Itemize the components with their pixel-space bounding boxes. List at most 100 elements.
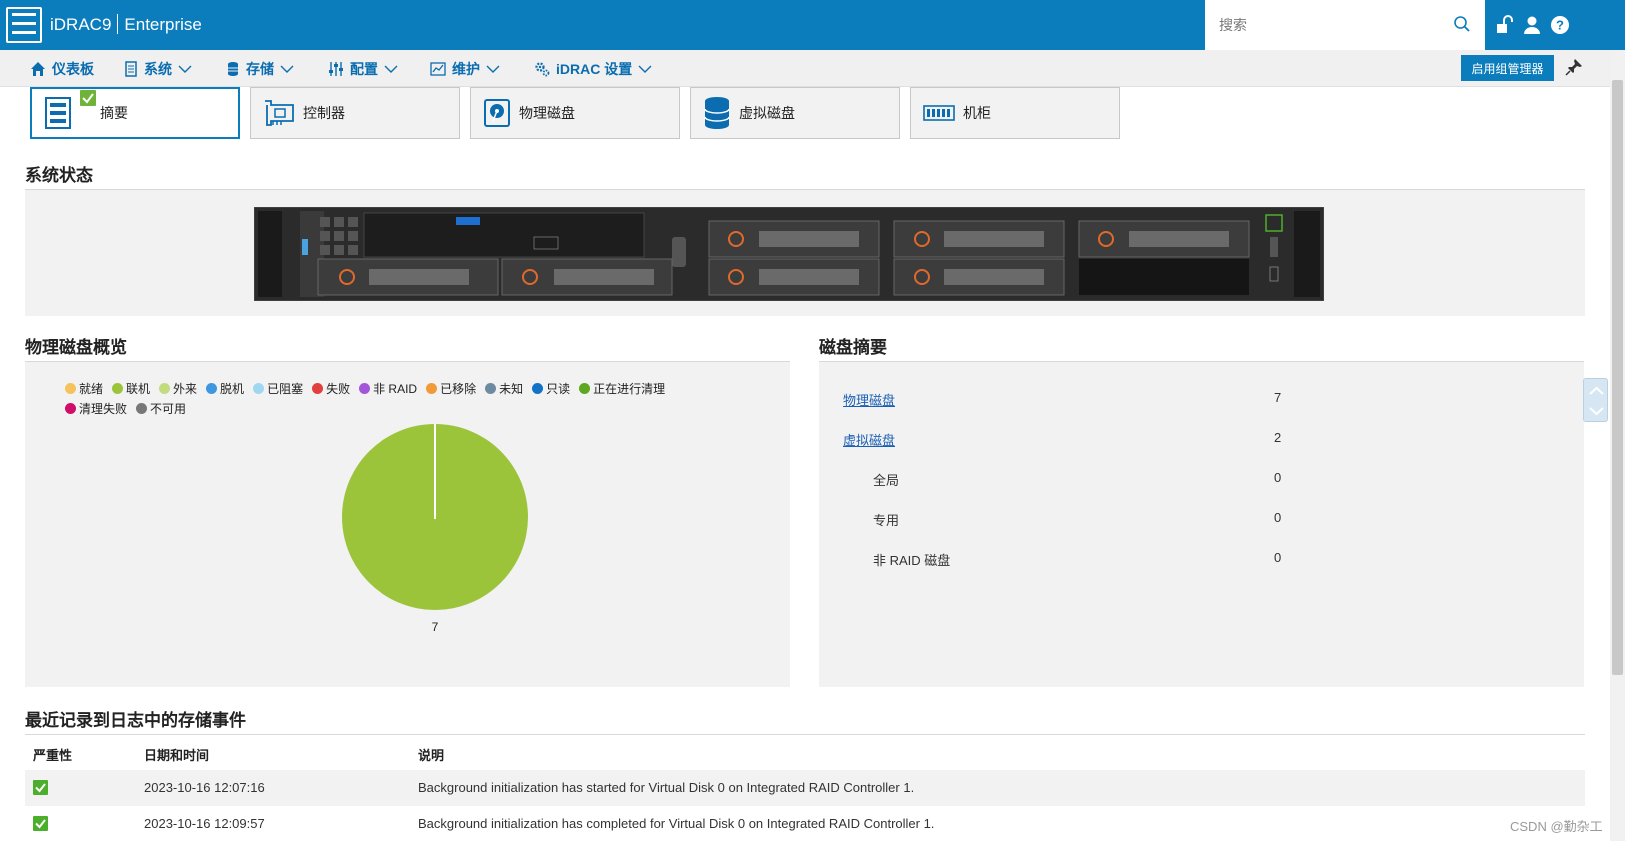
legend-item[interactable]: 不可用 (136, 400, 186, 417)
legend-swatch (579, 383, 591, 394)
summary-icon (45, 97, 71, 129)
nav-storage[interactable]: 存储 (226, 58, 294, 80)
severity-ok-icon (33, 780, 48, 795)
enclosure-icon (923, 105, 955, 121)
column-header-datetime[interactable]: 日期和时间 (144, 745, 209, 764)
legend-swatch (312, 383, 324, 394)
divider (25, 734, 1585, 735)
scrollbar-thumb[interactable] (1612, 80, 1623, 675)
physical-disks-count: 7 (1274, 390, 1282, 405)
tab-summary[interactable]: 摘要 (30, 87, 240, 139)
legend-label: 未知 (499, 382, 524, 396)
controller-icon (265, 100, 294, 126)
search-box (1205, 0, 1485, 50)
chevron-down-icon (486, 65, 500, 73)
tab-controller-label: 控制器 (303, 105, 345, 121)
search-icon[interactable] (1453, 15, 1471, 33)
legend-item[interactable]: 失败 (312, 380, 350, 397)
nav-idrac-settings[interactable]: iDRAC 设置 (534, 58, 652, 80)
tab-enclosure-label: 机柜 (963, 105, 991, 121)
server-icon (125, 61, 137, 77)
disk-summary-title: 磁盘摘要 (819, 338, 887, 357)
system-status-panel (25, 190, 1585, 316)
legend-item[interactable]: 联机 (112, 380, 150, 397)
scroll-nav-widget[interactable] (1583, 378, 1608, 422)
unlock-icon[interactable] (1494, 14, 1516, 36)
chart-legend: 清理失败 不可用 (65, 400, 186, 417)
table-row[interactable]: 2023-10-16 12:07:16 Background initializ… (25, 770, 1585, 806)
legend-item[interactable]: 就绪 (65, 380, 103, 397)
legend-item[interactable]: 外来 (159, 380, 197, 397)
legend-label: 正在进行清理 (593, 382, 666, 396)
tab-virtual-disk[interactable]: 虚拟磁盘 (690, 87, 900, 139)
tab-controller[interactable]: 控制器 (250, 87, 460, 139)
event-datetime: 2023-10-16 12:07:16 (144, 780, 265, 795)
event-description: Background initialization has started fo… (418, 780, 915, 795)
column-header-severity[interactable]: 严重性 (33, 745, 72, 764)
legend-swatch (136, 403, 148, 414)
enable-group-manager-button[interactable]: 启用组管理器 (1461, 55, 1554, 81)
chevron-down-icon (384, 65, 398, 73)
dedicated-hotspare-label: 专用 (873, 513, 900, 528)
legend-item[interactable]: 清理失败 (65, 400, 127, 417)
nav-storage-label: 存储 (246, 61, 274, 77)
tab-enclosure[interactable]: 机柜 (910, 87, 1120, 139)
legend-swatch (65, 383, 76, 394)
legend-swatch (426, 383, 438, 394)
table-row[interactable]: 2023-10-16 12:09:57 Background initializ… (25, 806, 1585, 842)
event-datetime: 2023-10-16 12:09:57 (144, 816, 265, 831)
gears-icon (535, 62, 550, 77)
active-check-icon (80, 90, 96, 106)
tab-summary-label: 摘要 (100, 105, 128, 121)
legend-item[interactable]: 脱机 (206, 380, 244, 397)
top-header: iDRAC9 Enterprise ? (0, 0, 1625, 50)
pin-icon[interactable] (1565, 58, 1583, 76)
legend-item[interactable]: 已阻塞 (253, 380, 303, 397)
physical-disk-icon (484, 99, 510, 127)
legend-item[interactable]: 非 RAID (359, 380, 417, 397)
tab-physical-disk-label: 物理磁盘 (519, 105, 575, 121)
product-name: iDRAC9 (50, 15, 112, 34)
disk-overview-panel: 就绪 联机 外来 脱机 已阻塞 失败 非 RAID 已移除 未知 只读 正在进行清理 清理失败 不可用… (25, 362, 790, 687)
legend-item[interactable]: 未知 (485, 380, 523, 397)
legend-item[interactable]: 已移除 (426, 380, 476, 397)
legend-label: 非 RAID (373, 382, 418, 396)
nav-maintenance[interactable]: 维护 (430, 58, 500, 80)
global-hotspare-count: 0 (1274, 470, 1282, 485)
nav-maintenance-label: 维护 (452, 61, 480, 77)
legend-label: 只读 (546, 382, 571, 396)
legend-label: 就绪 (79, 382, 104, 396)
legend-label: 脱机 (220, 382, 245, 396)
brand-title: iDRAC9 Enterprise (50, 14, 202, 35)
physical-disks-link[interactable]: 物理磁盘 (843, 390, 895, 409)
dedicated-hotspare-count: 0 (1274, 510, 1282, 525)
nav-configuration-label: 配置 (350, 61, 378, 77)
tab-physical-disk[interactable]: 物理磁盘 (470, 87, 680, 139)
chevron-down-icon (178, 65, 192, 73)
watermark: CSDN @勤杂工 (1510, 819, 1603, 834)
nav-configuration[interactable]: 配置 (328, 58, 398, 80)
legend-item[interactable]: 正在进行清理 (579, 380, 665, 397)
virtual-disks-link[interactable]: 虚拟磁盘 (843, 430, 895, 449)
legend-label: 失败 (326, 382, 351, 396)
disk-overview-title: 物理磁盘概览 (25, 338, 127, 357)
virtual-disk-icon (704, 97, 730, 129)
virtual-disks-count: 2 (1274, 430, 1282, 445)
nav-system-label: 系统 (144, 61, 172, 77)
page-scrollbar[interactable] (1610, 50, 1625, 841)
legend-label: 已移除 (440, 382, 477, 396)
legend-swatch (159, 383, 171, 394)
column-header-description[interactable]: 说明 (418, 745, 444, 764)
disk-status-pie-chart[interactable]: 7 (285, 422, 585, 672)
user-icon[interactable] (1521, 14, 1543, 36)
sliders-icon (329, 62, 343, 76)
nav-system[interactable]: 系统 (124, 58, 192, 80)
help-icon[interactable]: ? (1549, 14, 1571, 36)
server-front-panel-image[interactable] (254, 207, 1324, 301)
chevron-down-icon (638, 65, 652, 73)
chevron-down-icon (280, 65, 294, 73)
nav-dashboard[interactable]: 仪表板 (30, 58, 94, 80)
legend-label: 清理失败 (79, 402, 128, 416)
search-input[interactable] (1219, 14, 1449, 36)
legend-item[interactable]: 只读 (532, 380, 570, 397)
